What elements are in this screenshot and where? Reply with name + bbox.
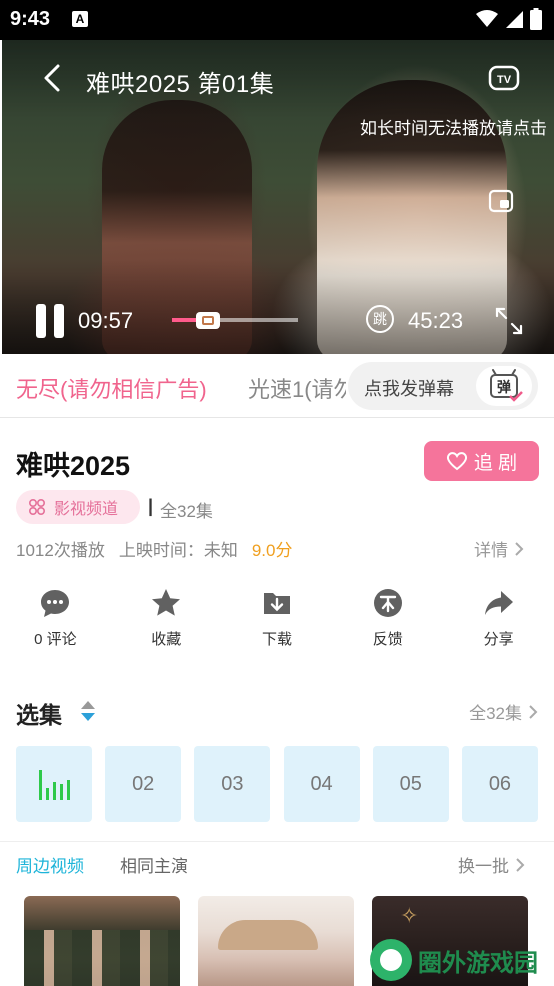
heart-icon xyxy=(446,452,467,471)
score: 9.0分 xyxy=(251,541,293,560)
fullscreen-icon[interactable] xyxy=(494,306,524,336)
source-tabs: 无尽(请勿相信广告) 光速1(请勿 点我发弹幕 弹 xyxy=(0,354,554,418)
channel-tag[interactable]: 影视频道 xyxy=(16,490,140,524)
signal-icon xyxy=(506,11,523,28)
danmaku-icon-label: 弹 xyxy=(497,379,511,396)
episode-list: 02 03 04 05 06 xyxy=(16,746,538,822)
download-label: 下载 xyxy=(261,631,292,648)
video-shade xyxy=(2,40,554,354)
follow-button[interactable]: 追 剧 xyxy=(424,441,539,481)
wifi-icon xyxy=(476,10,498,27)
tv-cast-icon[interactable]: TV xyxy=(488,62,520,94)
current-time: 09:57 xyxy=(78,308,134,333)
star-icon xyxy=(152,589,181,616)
sort-icon[interactable] xyxy=(80,700,96,722)
comment-icon xyxy=(41,590,70,617)
svg-text:TV: TV xyxy=(497,74,512,86)
tab-same-cast[interactable]: 相同主演 xyxy=(120,852,188,877)
status-bar: 9:43 A xyxy=(0,0,554,40)
skip-intro-button[interactable]: 跳 xyxy=(366,305,394,333)
chevron-right-icon xyxy=(516,857,525,872)
chevron-right-icon xyxy=(515,541,524,556)
episode-item[interactable]: 06 xyxy=(461,746,538,822)
details-label: 详情 xyxy=(474,541,508,560)
tag-separator: | xyxy=(148,496,154,516)
back-arrow-icon[interactable] xyxy=(36,60,72,96)
channel-tag-label: 影视频道 xyxy=(54,501,119,518)
show-title: 难哄2025 xyxy=(16,451,131,481)
playback-notice[interactable]: 如长时间无法播放请点击 xyxy=(360,114,547,139)
chevron-right-icon xyxy=(529,704,538,719)
episode-item[interactable]: 03 xyxy=(194,746,271,822)
feedback-label: 反馈 xyxy=(372,631,403,648)
playing-bars-icon xyxy=(39,770,70,800)
battery-icon xyxy=(530,8,542,30)
favorite-label: 收藏 xyxy=(151,631,182,648)
refresh-label: 换一批 xyxy=(458,857,509,876)
video-title: 难哄2025 第01集 xyxy=(86,71,275,98)
episode-item[interactable]: 02 xyxy=(105,746,182,822)
all-episodes-label: 全32集 xyxy=(469,704,522,723)
episodes-header: 选集 全32集 xyxy=(16,694,538,728)
danmaku-label: 点我发弹幕 xyxy=(364,379,454,399)
share-label: 分享 xyxy=(483,631,514,648)
episode-item-playing[interactable] xyxy=(16,746,92,822)
thumbnail-art: ✧ xyxy=(400,904,419,929)
all-episodes-link[interactable]: 全32集 xyxy=(469,699,538,724)
comment-action[interactable]: 0 评论 xyxy=(0,586,111,656)
watermark-text: 圈外游戏园 xyxy=(418,949,538,977)
pause-button[interactable] xyxy=(36,304,66,338)
watermark-logo-icon xyxy=(370,939,412,981)
progress-bar[interactable] xyxy=(172,318,298,322)
status-time: 9:43 xyxy=(10,8,51,30)
source-tab-wujin[interactable]: 无尽(请勿相信广告) xyxy=(16,372,207,404)
action-bar: 0 评论 收藏 下载 反馈 分享 xyxy=(0,586,554,656)
episodes-title: 选集 xyxy=(16,702,62,728)
progress-thumb[interactable] xyxy=(196,312,220,329)
details-link[interactable]: 详情 xyxy=(474,536,524,561)
danmaku-button[interactable]: 点我发弹幕 弹 xyxy=(348,362,538,410)
total-time: 45:23 xyxy=(408,308,464,333)
favorite-action[interactable]: 收藏 xyxy=(111,586,222,656)
episode-item[interactable]: 04 xyxy=(283,746,360,822)
notification-icon: A xyxy=(72,11,88,27)
download-icon xyxy=(263,593,290,614)
follow-label: 追 剧 xyxy=(473,452,518,474)
divider xyxy=(0,841,554,842)
thumbnail-art xyxy=(24,930,180,986)
grid-icon xyxy=(28,498,46,516)
refresh-link[interactable]: 换一批 xyxy=(458,852,525,877)
feedback-icon xyxy=(373,589,402,617)
share-action[interactable]: 分享 xyxy=(443,586,554,656)
episode-item[interactable]: 05 xyxy=(372,746,449,822)
tab-nearby-videos[interactable]: 周边视频 xyxy=(16,852,84,877)
danmaku-icon: 弹 xyxy=(476,366,532,406)
share-icon xyxy=(484,591,513,615)
feedback-action[interactable]: 反馈 xyxy=(332,586,443,656)
release-time: 上映时间：未知 xyxy=(118,541,238,560)
source-tab-guangsu[interactable]: 光速1(请勿 xyxy=(248,372,346,404)
system-icons xyxy=(476,8,542,30)
related-video-thumbnail[interactable] xyxy=(198,896,354,986)
episode-count: 全32集 xyxy=(160,502,213,521)
picture-in-picture-icon[interactable] xyxy=(488,188,514,214)
video-player[interactable]: 难哄2025 第01集 TV 如长时间无法播放请点击 09:57 跳 45:23 xyxy=(2,40,554,354)
comment-label: 0 评论 xyxy=(34,631,77,648)
download-action[interactable]: 下载 xyxy=(222,586,333,656)
play-count: 1012次播放 xyxy=(16,541,105,560)
meta-row: 1012次播放 上映时间：未知 9.0分 xyxy=(16,536,306,561)
watermark: 圈外游戏园 xyxy=(370,936,546,984)
related-video-thumbnail[interactable] xyxy=(24,896,180,986)
thumbnail-art xyxy=(218,920,318,950)
